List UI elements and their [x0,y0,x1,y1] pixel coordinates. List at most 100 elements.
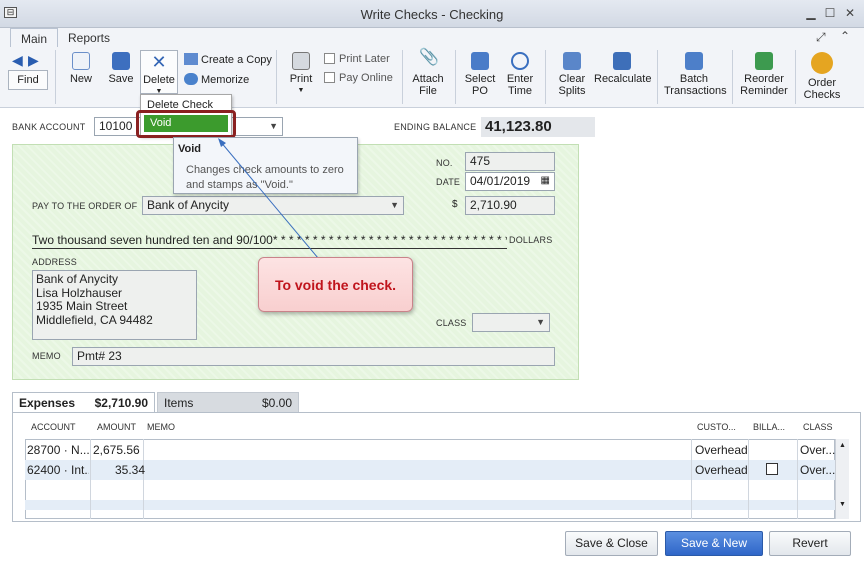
separator [276,50,277,104]
column-header-memo[interactable]: MEMO [147,422,175,432]
batch-transactions-button[interactable]: Batch Transactions [664,52,727,97]
column-header-amount[interactable]: AMOUNT [97,422,136,432]
address-line: 1935 Main Street [36,299,128,313]
checkbox-icon [324,72,335,83]
class-select[interactable]: ▼ [472,313,550,332]
printer-icon [292,52,310,70]
clear-splits-button[interactable]: Clear Splits [553,52,591,97]
column-header-customer[interactable]: CUSTO... [697,422,736,432]
pay-to-label: PAY TO THE ORDER OF [32,201,138,211]
address-line: Bank of Anycity [36,272,119,286]
revert-button[interactable]: Revert [769,531,851,556]
check-number-field[interactable]: 475 [465,152,555,171]
minimize-icon[interactable]: ▁ [803,6,819,21]
tab-reports[interactable]: Reports [58,28,120,47]
memorize-button[interactable]: Memorize [184,73,249,86]
save-disk-icon [112,52,130,70]
check-number-label: NO. [436,158,453,168]
address-box[interactable]: Bank of Anycity Lisa Holzhauser 1935 Mai… [32,270,197,340]
expand-icon[interactable]: ⤢ [816,30,826,45]
separator [545,50,546,104]
dollar-sign: $ [452,199,458,210]
payee-select[interactable]: Bank of Anycity ▼ [142,196,404,215]
ending-balance-label: ENDING BALANCE [394,122,477,132]
calendar-icon[interactable]: ▦ [541,175,550,186]
delete-x-icon: ✕ [151,52,167,72]
separator [657,50,658,104]
amount-field[interactable]: 2,710.90 [465,196,555,215]
reorder-icon [755,52,773,70]
column-header-class[interactable]: CLASS [803,422,833,432]
back-arrow-icon[interactable]: ◀ [12,52,23,69]
class-label: CLASS [436,318,467,328]
ribbon-tabbar: Main Reports ⤢ ⌃ [0,28,864,47]
memorize-icon [184,73,198,85]
highlight-box [136,110,236,138]
separator [795,50,796,104]
expenses-grid: ACCOUNT AMOUNT MEMO CUSTO... BILLA... CL… [12,412,861,522]
new-document-icon [72,52,90,70]
collapse-ribbon-icon[interactable]: ⌃ [840,29,850,43]
enter-time-button[interactable]: Enter Time [502,52,538,97]
tooltip-title: Void [178,143,202,155]
tab-main[interactable]: Main [10,28,59,47]
memo-label: MEMO [32,351,61,361]
new-button[interactable]: New [66,52,96,85]
delete-button[interactable]: ✕ Delete ▼ [140,50,178,95]
reorder-reminder-button[interactable]: Reorder Reminder [738,52,790,97]
create-copy-button[interactable]: Create a Copy [184,53,272,66]
tab-items[interactable]: Items $0.00 [157,392,299,412]
tooltip-line: and stamps as "Void." [186,179,293,191]
pay-online-checkbox[interactable]: Pay Online [324,72,393,84]
save-close-button[interactable]: Save & Close [565,531,658,556]
copy-icon [184,53,198,65]
table-row[interactable]: 28700 · N... 2,675.56 Overhead Over... [25,440,835,460]
scroll-up-icon[interactable]: ▲ [836,442,849,449]
separator [402,50,403,104]
order-checks-button[interactable]: Order Checks [800,52,844,101]
separator [732,50,733,104]
bank-account-label: BANK ACCOUNT [12,122,86,132]
title-bar: ⊟ Write Checks - Checking ▁ ☐ ✕ [0,0,864,28]
chevron-down-icon: ▼ [269,121,278,131]
maximize-icon[interactable]: ☐ [822,6,838,21]
calculator-icon [613,52,631,70]
print-button[interactable]: Print ▼ [286,52,316,97]
stopwatch-icon [511,52,529,70]
save-new-button[interactable]: Save & New [665,531,763,556]
chevron-down-icon: ▼ [390,200,399,210]
instruction-callout: To void the check. [258,257,413,312]
window-title: Write Checks - Checking [360,7,504,22]
table-row[interactable]: 62400 · Int... 35.34 Overhead Over... [25,460,835,480]
tooltip-line: Changes check amounts to zero [186,164,344,176]
ending-balance-value: 41,123.80 [481,117,595,137]
tab-expenses[interactable]: Expenses $2,710.90 [12,392,155,412]
column-header-account[interactable]: ACCOUNT [31,422,76,432]
select-po-icon [471,52,489,70]
memo-field[interactable]: Pmt# 23 [72,347,555,366]
address-label: ADDRESS [32,257,77,267]
date-label: DATE [436,177,461,187]
close-icon[interactable]: ✕ [842,6,858,21]
recalculate-button[interactable]: Recalculate [594,52,651,85]
forward-arrow-icon[interactable]: ▶ [28,52,39,69]
dollars-label: DOLLARS [509,235,553,245]
paperclip-icon: 📎 [419,49,439,66]
amount-in-words: Two thousand seven hundred ten and 90/10… [32,233,507,249]
column-header-billable[interactable]: BILLA... [753,422,785,432]
void-tooltip: Void Changes check amounts to zero and s… [173,137,358,194]
address-line: Lisa Holzhauser [36,285,123,300]
select-po-button[interactable]: Select PO [462,52,498,97]
separator [455,50,456,104]
billable-checkbox[interactable] [766,463,778,475]
find-button[interactable]: Find [8,70,48,90]
attach-file-button[interactable]: 📎 Attach File [410,49,446,98]
scroll-down-icon[interactable]: ▼ [836,501,849,508]
grid-scrollbar[interactable]: ▲ ▼ [835,439,849,519]
address-line: Middlefield, CA 94482 [36,312,153,327]
print-later-checkbox[interactable]: Print Later [324,53,390,65]
batch-icon [685,52,703,70]
date-field[interactable]: 04/01/2019 ▦ [465,172,555,191]
separator [55,50,56,104]
save-button[interactable]: Save [106,52,136,85]
